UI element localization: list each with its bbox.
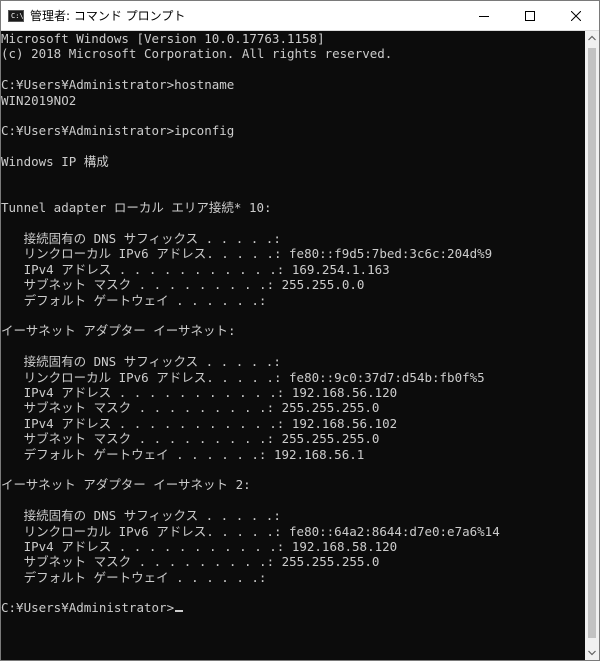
window-controls xyxy=(461,1,599,30)
console-line: リンクローカル IPv6 アドレス. . . . .: fe80::64a2:8… xyxy=(1,523,500,539)
chevron-down-icon xyxy=(588,650,596,656)
console-line: Microsoft Windows [Version 10.0.17763.11… xyxy=(1,31,325,46)
console-line: 接続固有の DNS サフィックス . . . . .: xyxy=(1,508,281,524)
console-line: サブネット マスク . . . . . . . . .: 255.255.255… xyxy=(1,400,380,416)
console-line: WIN2019NO2 xyxy=(1,92,77,108)
console-line: リンクローカル IPv6 アドレス. . . . .: fe80::f9d5:7… xyxy=(1,246,493,262)
console-line: サブネット マスク . . . . . . . . .: 255.255.255… xyxy=(1,431,380,447)
console-line: C:¥Users¥Administrator>ipconfig xyxy=(1,123,235,139)
console-line: (c) 2018 Microsoft Corporation. All righ… xyxy=(1,46,393,62)
console-line: IPv4 アドレス . . . . . . . . . . .: 192.168… xyxy=(1,538,398,554)
console-output[interactable]: Microsoft Windows [Version 10.0.17763.11… xyxy=(1,31,585,660)
console-line: IPv4 アドレス . . . . . . . . . . .: 169.254… xyxy=(1,261,390,277)
console-line: デフォルト ゲートウェイ . . . . . .: xyxy=(1,569,267,585)
maximize-button[interactable] xyxy=(507,1,553,30)
console-lines: Microsoft Windows [Version 10.0.17763.11… xyxy=(1,31,585,616)
console-line: イーサネット アダプター イーサネット: xyxy=(1,323,236,339)
cmd-app-icon-glyph: C:\ xyxy=(11,11,24,20)
scroll-down-button[interactable] xyxy=(585,646,599,660)
text-cursor xyxy=(175,610,184,613)
scrollbar-thumb[interactable] xyxy=(588,48,596,638)
minimize-button[interactable] xyxy=(461,1,507,30)
console-line: IPv4 アドレス . . . . . . . . . . .: 192.168… xyxy=(1,384,398,400)
chevron-up-icon xyxy=(588,35,596,41)
console-line: イーサネット アダプター イーサネット 2: xyxy=(1,477,251,493)
title-bar[interactable]: C:\ 管理者: コマンド プロンプト xyxy=(1,1,599,31)
console-line: サブネット マスク . . . . . . . . .: 255.255.0.0 xyxy=(1,277,365,293)
close-icon xyxy=(571,10,581,21)
console-line: 接続固有の DNS サフィックス . . . . .: xyxy=(1,231,281,247)
console-line: C:¥Users¥Administrator>hostname xyxy=(1,77,235,93)
cmd-app-icon[interactable]: C:\ xyxy=(8,9,24,22)
close-button[interactable] xyxy=(553,1,599,30)
window-title: 管理者: コマンド プロンプト xyxy=(30,9,186,23)
console-line: Tunnel adapter ローカル エリア接続* 10: xyxy=(1,200,272,216)
scroll-up-button[interactable] xyxy=(585,31,599,45)
maximize-icon xyxy=(525,10,535,21)
console-line: Windows IP 構成 xyxy=(1,154,109,170)
console-line: サブネット マスク . . . . . . . . .: 255.255.255… xyxy=(1,554,380,570)
minimize-icon xyxy=(479,15,489,17)
command-prompt-window: C:\ 管理者: コマンド プロンプト Microsoft Windows [V… xyxy=(0,0,600,661)
console-line: IPv4 アドレス . . . . . . . . . . .: 192.168… xyxy=(1,415,398,431)
console-line: 接続固有の DNS サフィックス . . . . .: xyxy=(1,354,281,370)
vertical-scrollbar[interactable] xyxy=(585,31,599,660)
console-line: C:¥Users¥Administrator> xyxy=(1,600,585,615)
console-line: デフォルト ゲートウェイ . . . . . .: xyxy=(1,292,267,308)
console-line: リンクローカル IPv6 アドレス. . . . .: fe80::9c0:37… xyxy=(1,369,485,385)
console-line: デフォルト ゲートウェイ . . . . . .: 192.168.56.1 xyxy=(1,446,365,462)
